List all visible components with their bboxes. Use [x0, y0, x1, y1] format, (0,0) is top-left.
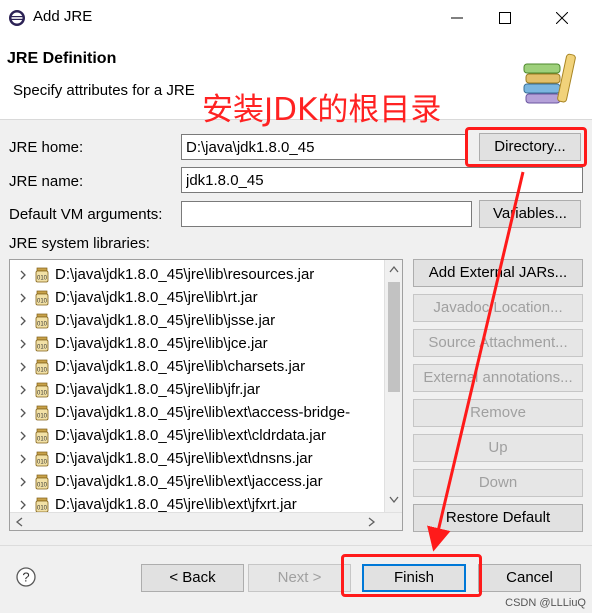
annotation-arrow	[427, 171, 525, 552]
watermark: CSDN @LLLiuQ	[505, 597, 586, 609]
